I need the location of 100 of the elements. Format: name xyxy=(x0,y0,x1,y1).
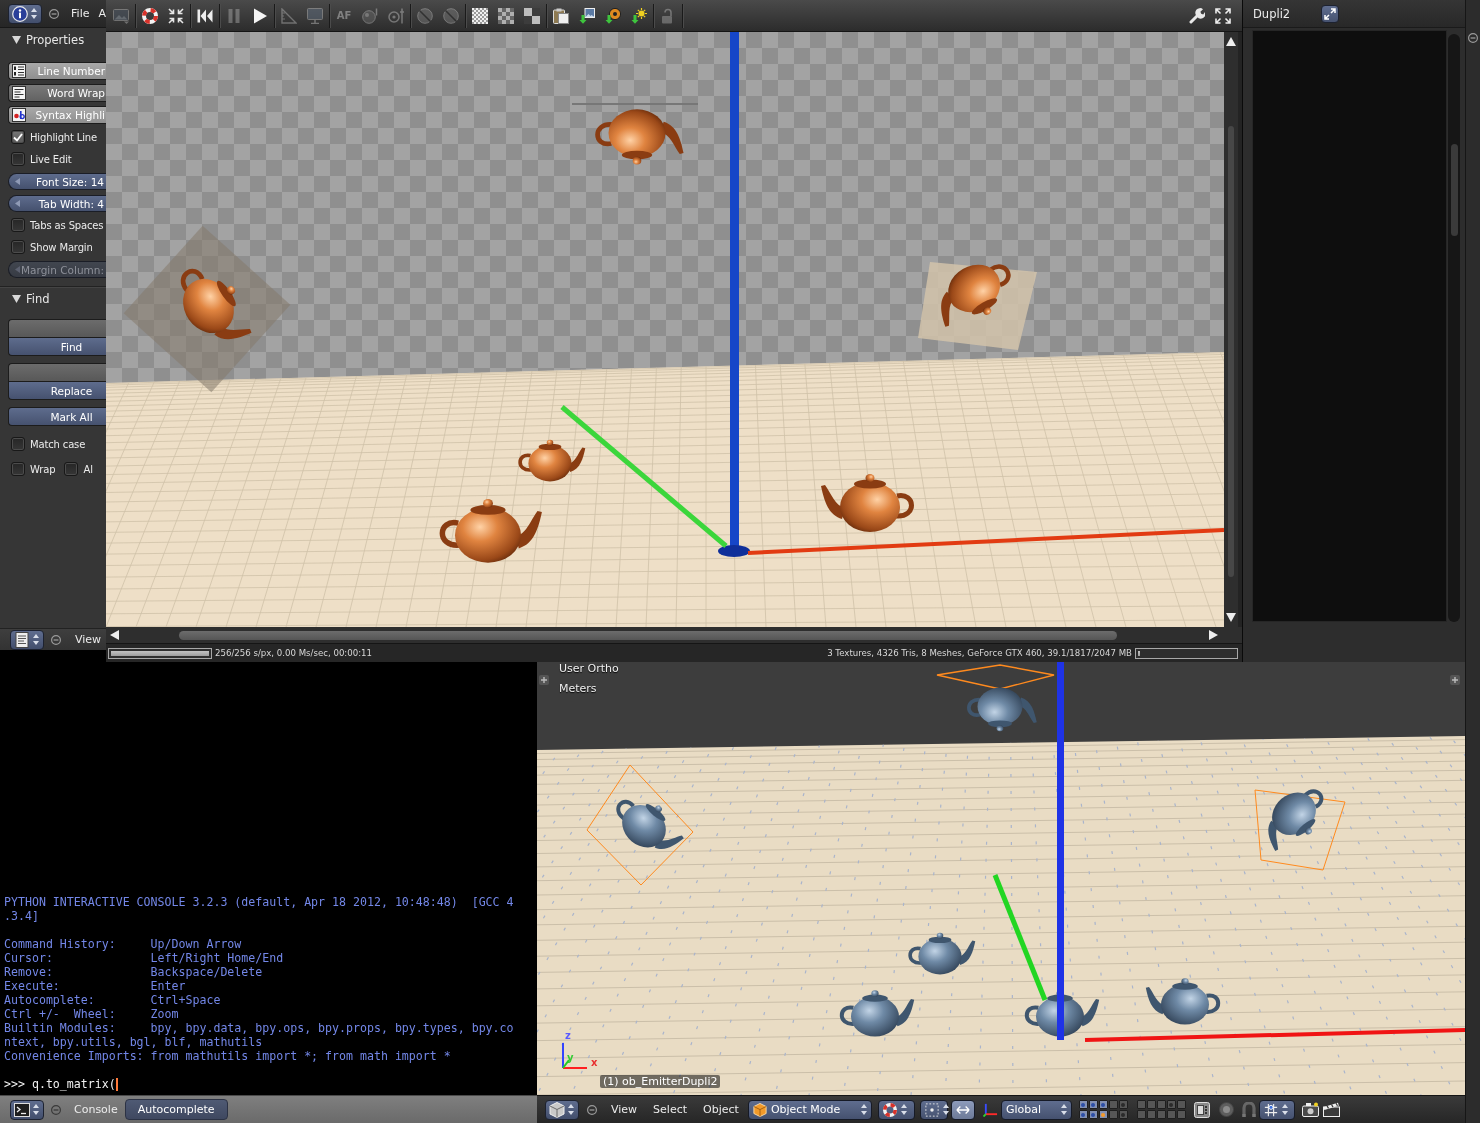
console-line: Autocomplete: Ctrl+Space xyxy=(4,993,222,1007)
scrollbar-thumb[interactable] xyxy=(179,630,1117,640)
camera-icon[interactable] xyxy=(1301,1102,1319,1117)
checkbox[interactable] xyxy=(11,218,25,232)
view-name-label: User Ortho xyxy=(559,662,619,675)
menu-button[interactable]: File xyxy=(71,7,90,20)
disclosure-triangle-icon[interactable] xyxy=(12,295,21,303)
checkerboard-icon[interactable] xyxy=(498,7,514,24)
terminal-icon xyxy=(14,1101,30,1118)
menu-button[interactable]: Object xyxy=(703,1103,739,1116)
layer-button[interactable] xyxy=(1098,1100,1108,1109)
text-lines-icon xyxy=(12,86,26,100)
axes-icon[interactable] xyxy=(982,1102,998,1117)
editor-type-button[interactable] xyxy=(545,1099,579,1120)
plus-icon[interactable] xyxy=(539,675,549,685)
minus-circle-icon[interactable] xyxy=(587,1104,597,1115)
shading-dropdown[interactable] xyxy=(877,1099,915,1120)
maximize-button[interactable] xyxy=(1321,4,1340,23)
layer-button[interactable] xyxy=(1098,1110,1108,1119)
left-arrow-icon xyxy=(15,178,20,185)
editor-type-button[interactable] xyxy=(8,3,42,24)
scroll-right-arrow-icon[interactable] xyxy=(1209,630,1218,640)
scrollbar-thumb[interactable] xyxy=(1450,144,1458,236)
checkbox[interactable] xyxy=(11,152,25,166)
diagonal-arrows-icon xyxy=(1324,7,1337,20)
checkbox-label: Live Edit xyxy=(30,153,72,165)
minus-circle-icon[interactable] xyxy=(1468,33,1478,43)
snap-dropdown[interactable] xyxy=(1258,1099,1295,1120)
checkerboard-icon[interactable] xyxy=(524,7,540,24)
lifebuoy-icon[interactable] xyxy=(142,7,158,24)
scroll-up-arrow-icon[interactable] xyxy=(1226,37,1236,46)
plus-icon[interactable] xyxy=(1450,675,1460,685)
axis-label: z xyxy=(565,1030,571,1041)
shrink-arrows-icon[interactable] xyxy=(168,7,184,24)
editor-type-button[interactable] xyxy=(10,1099,44,1120)
text-field[interactable] xyxy=(8,319,106,337)
checkbox[interactable] xyxy=(11,437,25,451)
layer-button[interactable] xyxy=(1088,1110,1098,1119)
teapot xyxy=(518,439,586,482)
console-line: Cursor: Left/Right Home/End xyxy=(4,951,285,965)
menu-button[interactable]: View xyxy=(75,633,102,646)
checkbox[interactable] xyxy=(11,462,25,476)
skip-back-icon[interactable] xyxy=(197,7,213,24)
panel-title[interactable]: Find xyxy=(26,292,50,306)
number-field[interactable]: Font Size: 14 xyxy=(8,173,106,190)
pivot-dropdown[interactable] xyxy=(919,1099,948,1120)
magnet-icon[interactable] xyxy=(1241,1101,1256,1118)
editor-type-button[interactable] xyxy=(10,629,44,650)
axis-gizmo xyxy=(562,1042,588,1069)
panel-button[interactable]: Replace xyxy=(8,381,106,400)
play-icon[interactable] xyxy=(252,7,268,24)
scroll-down-arrow-icon[interactable] xyxy=(1226,613,1236,622)
panel-title[interactable]: Properties xyxy=(26,33,85,47)
numbered-list-icon xyxy=(12,64,26,78)
menu-button[interactable]: A xyxy=(98,7,106,20)
toggle-button[interactable]: Word Wrap xyxy=(8,84,106,102)
panel-button[interactable]: Mark All xyxy=(8,407,106,426)
panel-button[interactable]: Find xyxy=(8,337,106,356)
orientation-dropdown[interactable]: Global xyxy=(1000,1099,1072,1120)
scrollbar-thumb[interactable] xyxy=(1228,126,1234,577)
axis-label: y xyxy=(567,1052,574,1063)
minus-circle-icon[interactable] xyxy=(49,8,60,19)
autocomplete-button[interactable]: Autocomplete xyxy=(124,1099,228,1120)
wrench-icon[interactable] xyxy=(1189,7,1205,24)
scroll-left-arrow-icon[interactable] xyxy=(110,630,119,640)
minus-circle-icon[interactable] xyxy=(51,1104,61,1115)
teapot xyxy=(908,932,976,975)
image-arrow-icon[interactable] xyxy=(579,7,595,24)
up-down-arrows-icon xyxy=(942,1104,949,1115)
console-input[interactable]: >>> q.to_matrix( xyxy=(4,1077,116,1091)
checkbox[interactable] xyxy=(11,240,25,254)
console-line: Command History: Up/Down Arrow xyxy=(4,937,243,951)
minus-circle-icon[interactable] xyxy=(51,634,61,645)
layer-button[interactable] xyxy=(1078,1110,1088,1119)
number-field[interactable]: Tab Width: 4 xyxy=(8,195,106,212)
clipboard-icon[interactable] xyxy=(553,7,569,24)
disclosure-triangle-icon[interactable] xyxy=(12,36,21,44)
layer-button[interactable] xyxy=(1088,1100,1098,1109)
units-label: Meters xyxy=(559,682,597,695)
checkbox-label: Tabs as Spaces xyxy=(30,219,104,231)
menu-button[interactable]: Console xyxy=(74,1103,118,1116)
checkbox[interactable] xyxy=(11,130,25,144)
circle-icon[interactable] xyxy=(1218,1102,1234,1117)
text-caret xyxy=(115,1077,118,1091)
sun-arrow-icon[interactable] xyxy=(631,7,647,24)
menu-button[interactable]: View xyxy=(611,1103,638,1116)
text-field[interactable] xyxy=(8,363,106,381)
menu-button[interactable]: Select xyxy=(653,1103,688,1116)
fullscreen-icon[interactable] xyxy=(1215,7,1231,24)
text-marks-icon xyxy=(12,108,26,122)
disc-arrow-icon[interactable] xyxy=(605,7,621,24)
checkbox[interactable] xyxy=(64,462,79,476)
clapperboard-icon[interactable] xyxy=(1322,1102,1340,1117)
console-line: Ctrl +/- Wheel: Zoom xyxy=(4,1007,180,1021)
left-arrow-icon xyxy=(15,266,20,273)
widget-toggle[interactable] xyxy=(950,1099,975,1120)
mode-dropdown[interactable]: Object Mode xyxy=(747,1099,872,1120)
layer-button[interactable] xyxy=(1078,1100,1088,1109)
checkerboard-icon[interactable] xyxy=(472,7,488,24)
tile-icon[interactable] xyxy=(1193,1101,1210,1118)
